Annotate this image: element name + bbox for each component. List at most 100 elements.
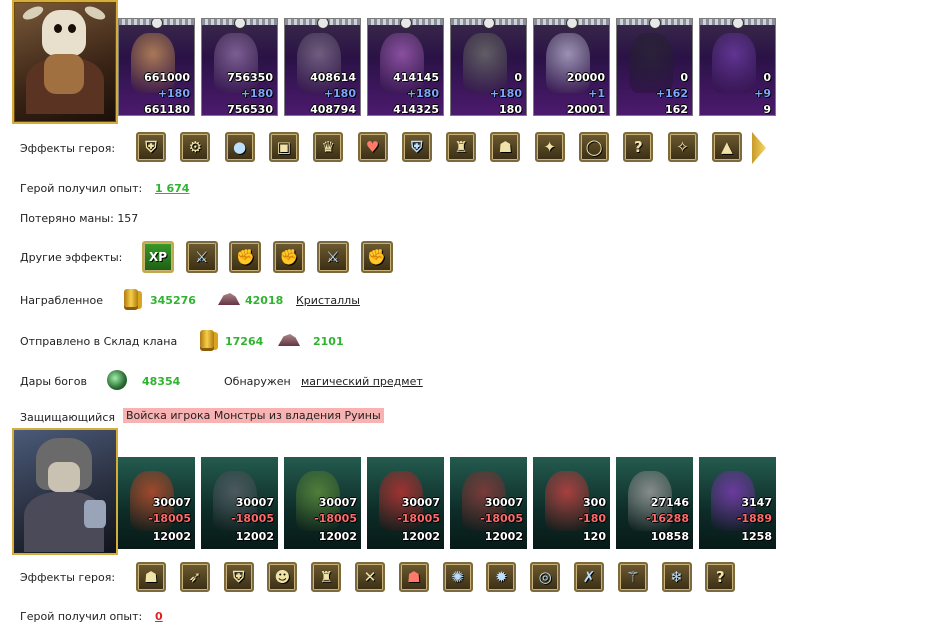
tent-icon[interactable]: ▲ <box>711 132 742 162</box>
orb-icon[interactable]: ● <box>224 132 255 162</box>
found-label: Обнаружен <box>224 375 291 388</box>
face-shape <box>48 462 80 492</box>
attacker-troop-card[interactable]: 0 +180 180 <box>450 18 527 116</box>
troop-count: 661000 <box>144 71 190 84</box>
troop-count: 30007 <box>484 496 523 509</box>
armor-icon[interactable]: ♜ <box>311 562 342 592</box>
axes-blue-icon[interactable]: ✗ <box>574 562 604 592</box>
attacker-troop-card[interactable]: 414145 +180 414325 <box>367 18 444 116</box>
gears-icon[interactable]: ⚙ <box>180 132 211 162</box>
clan-storage-label: Отправлено в Склад клана <box>20 335 178 348</box>
treasure-icon[interactable]: ♛ <box>313 132 344 162</box>
defender-troop-card[interactable]: 27146 -16288 10858 <box>616 457 693 549</box>
skull-icon <box>400 19 412 29</box>
shield-icon[interactable]: ⛨ <box>223 562 254 592</box>
ring-chain-icon[interactable]: ◎ <box>530 562 561 592</box>
question-icon[interactable]: ? <box>623 132 654 162</box>
troop-change: -180 <box>578 512 606 525</box>
helm-gold-icon[interactable]: ☗ <box>136 562 166 592</box>
attacker-troop-card[interactable]: 0 +9 9 <box>699 18 776 116</box>
troop-count: 0 <box>763 71 771 84</box>
troop-result: 661180 <box>144 103 190 116</box>
loot-gold-value: 345276 <box>150 294 196 307</box>
fist-sword-icon[interactable]: ✊ <box>360 241 393 273</box>
troop-result: 180 <box>499 103 522 116</box>
skull-helm-icon <box>42 10 86 56</box>
creature-image <box>712 33 756 93</box>
amulet-icon[interactable]: ✦ <box>534 132 565 162</box>
skull-icon <box>151 19 163 29</box>
rune-icon[interactable]: ✧ <box>667 132 698 162</box>
defender-badge: Войска игрока Монстры из владения Руины <box>123 408 384 423</box>
rune-blue-icon[interactable]: ✹ <box>486 562 517 592</box>
defender-troop-card[interactable]: 30007 -18005 12002 <box>284 457 361 549</box>
defender-troop-card[interactable]: 3147 -1889 1258 <box>699 457 776 549</box>
troop-change: -18005 <box>480 512 523 525</box>
attacker-hero-portrait[interactable] <box>12 0 118 124</box>
troop-count: 30007 <box>318 496 357 509</box>
creature-image <box>131 33 175 93</box>
creature-image <box>629 33 673 93</box>
shield-icon[interactable]: ⛨ <box>136 132 166 162</box>
sword-icon[interactable]: ⚔ <box>185 241 218 273</box>
attacker-troop-card[interactable]: 661000 +180 661180 <box>118 18 195 116</box>
troop-change: +162 <box>655 87 688 100</box>
crystal-icon[interactable]: ✺ <box>442 562 473 592</box>
troop-result: 408794 <box>310 103 356 116</box>
troops-scroll-right-icon[interactable] <box>752 132 766 164</box>
dwarf-icon[interactable]: ☻ <box>267 562 298 592</box>
troop-change: +1 <box>588 87 605 100</box>
arrows-icon[interactable]: ➶ <box>179 562 210 592</box>
xp-icon[interactable]: XP <box>142 241 174 273</box>
skull-icon <box>234 19 246 29</box>
sword-icon[interactable]: ⚔ <box>316 241 349 273</box>
skull-icon <box>317 19 329 29</box>
defender-troop-card[interactable]: 30007 -18005 12002 <box>367 457 444 549</box>
question-icon[interactable]: ? <box>705 562 736 592</box>
shield-blue-icon[interactable]: ⛨ <box>401 132 432 162</box>
troop-change: +9 <box>754 87 771 100</box>
loot-label: Награбленное <box>20 294 103 307</box>
troop-change: +180 <box>489 87 522 100</box>
troop-result: 20001 <box>566 103 605 116</box>
crystals-link[interactable]: Кристаллы <box>296 294 360 307</box>
ore-icon <box>278 334 300 346</box>
defender-hero-portrait[interactable] <box>12 428 118 555</box>
loot-ore-value: 42018 <box>245 294 284 307</box>
defender-exp-link[interactable]: 0 <box>155 610 163 623</box>
troop-count: 30007 <box>235 496 274 509</box>
troop-result: 12002 <box>235 530 274 543</box>
defender-exp-label: Герой получил опыт: <box>20 610 143 623</box>
armor-icon[interactable]: ♜ <box>446 132 477 162</box>
troop-result: 9 <box>763 103 771 116</box>
defender-effects-label: Эффекты героя: <box>20 571 116 584</box>
fist-sword-icon[interactable]: ✊ <box>273 241 306 273</box>
clan-ore-value: 2101 <box>313 335 344 348</box>
defender-troop-card[interactable]: 30007 -18005 12002 <box>201 457 278 549</box>
attacker-troop-card[interactable]: 20000 +1 20001 <box>533 18 610 116</box>
skull-icon <box>483 19 495 29</box>
troop-result: 12002 <box>484 530 523 543</box>
helmet-icon[interactable]: ☗ <box>490 132 521 162</box>
creature-image <box>297 33 341 93</box>
chest-icon[interactable]: ▣ <box>268 132 299 162</box>
skull-icon <box>649 19 661 29</box>
ring-icon[interactable]: ◯ <box>579 132 609 162</box>
heart-icon[interactable]: ♥ <box>357 132 388 162</box>
troop-count: 0 <box>514 71 522 84</box>
attacker-exp-link[interactable]: 1 674 <box>155 182 189 195</box>
attacker-troop-card[interactable]: 756350 +180 756530 <box>201 18 278 116</box>
attacker-troop-card[interactable]: 0 +162 162 <box>616 18 693 116</box>
fist-sword-icon[interactable]: ✊ <box>229 241 262 273</box>
ice-shard-icon[interactable]: ❄ <box>661 562 692 592</box>
staff-icon[interactable]: ⚚ <box>617 562 648 592</box>
defender-troop-card[interactable]: 30007 -18005 12002 <box>450 457 527 549</box>
helmet-red-icon[interactable]: ☗ <box>398 562 429 592</box>
magic-item-link[interactable]: магический предмет <box>301 375 423 388</box>
horn-right <box>82 3 108 23</box>
defender-troop-card[interactable]: 30007 -18005 12002 <box>118 457 195 549</box>
defender-troop-card[interactable]: 300 -180 120 <box>533 457 610 549</box>
troop-result: 12002 <box>318 530 357 543</box>
attacker-troop-card[interactable]: 408614 +180 408794 <box>284 18 361 116</box>
crossed-axes-icon[interactable]: ✕ <box>355 562 385 592</box>
